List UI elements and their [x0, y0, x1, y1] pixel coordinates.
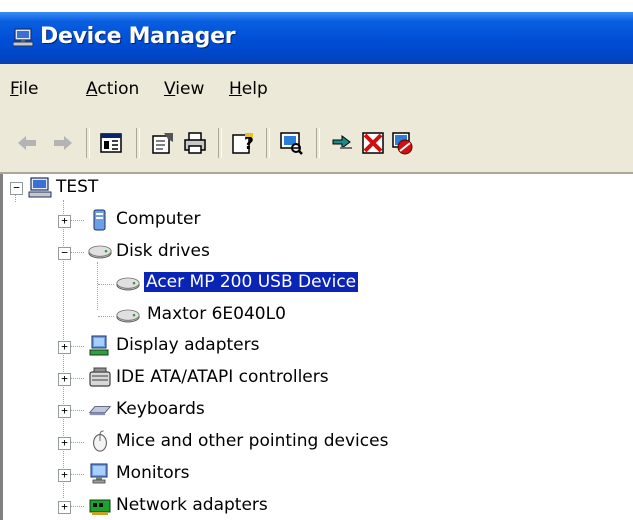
tree-root-label: TEST: [56, 177, 99, 197]
device-tree: − TEST + Computer − Disk drives Acer MP …: [0, 174, 633, 520]
tree-line: [70, 346, 84, 348]
network-adapter-icon: [89, 499, 111, 515]
menu-help[interactable]: Help: [229, 79, 268, 99]
toolbar: ?: [0, 116, 633, 174]
menu-view-mnemonic: V: [164, 79, 176, 99]
tree-line: [70, 506, 84, 508]
toolbar-separator: [316, 128, 320, 158]
disk-drive-icon: [116, 277, 140, 291]
expand-toggle[interactable]: +: [58, 405, 71, 418]
tree-line: [98, 316, 114, 318]
tree-line: [70, 378, 84, 380]
tree-line: [70, 474, 84, 476]
menu-view-rest: iew: [175, 79, 205, 99]
toolbar-separator: [136, 128, 140, 158]
tree-line: [70, 252, 84, 254]
collapse-toggle[interactable]: −: [58, 247, 71, 260]
tree-line: [70, 410, 84, 412]
disable-icon[interactable]: [390, 130, 416, 156]
expand-toggle[interactable]: +: [58, 373, 71, 386]
tree-leaf-label-selected: Acer MP 200 USB Device: [144, 272, 359, 292]
menu-action-mnemonic: A: [86, 79, 98, 99]
disk-drive-icon: [88, 245, 112, 259]
expand-toggle[interactable]: +: [58, 501, 71, 514]
menu-help-rest: elp: [241, 79, 268, 99]
tree-node-label: Disk drives: [116, 241, 210, 261]
help-icon[interactable]: ?: [230, 130, 256, 156]
computer-icon: [28, 177, 52, 198]
menu-action[interactable]: Action: [86, 79, 139, 99]
menu-bar: File Action View Help: [0, 64, 633, 117]
title-bar[interactable]: Device Manager: [0, 12, 633, 64]
window-title: Device Manager: [40, 24, 236, 49]
tree-node-label: Monitors: [116, 463, 190, 483]
tree-node-disk-drives[interactable]: − Disk drives: [0, 238, 633, 268]
update-driver-icon[interactable]: [330, 130, 356, 156]
collapse-toggle[interactable]: −: [10, 182, 23, 195]
expand-toggle[interactable]: +: [58, 469, 71, 482]
display-adapter-icon: [89, 335, 109, 356]
toolbar-separator: [266, 128, 270, 158]
expand-toggle[interactable]: +: [58, 215, 71, 228]
tree-node-ide-controllers[interactable]: + IDE ATA/ATAPI controllers: [0, 364, 633, 394]
tree-node-display-adapters[interactable]: + Display adapters: [0, 332, 633, 362]
toolbar-separator: [86, 128, 90, 158]
back-arrow-icon[interactable]: [14, 130, 40, 156]
tree-line: [70, 442, 84, 444]
scan-hardware-icon[interactable]: [278, 130, 304, 156]
menu-view[interactable]: View: [164, 79, 204, 99]
expand-toggle[interactable]: +: [58, 341, 71, 354]
tree-root[interactable]: − TEST: [0, 174, 633, 204]
disk-drive-icon: [116, 309, 140, 323]
tree-node-mice[interactable]: + Mice and other pointing devices: [0, 428, 633, 458]
tree-node-label: Keyboards: [116, 399, 205, 419]
tree-node-label: Mice and other pointing devices: [116, 431, 389, 451]
tree-node-label: Computer: [116, 209, 201, 229]
tree-line: [98, 284, 114, 286]
device-manager-icon: [13, 28, 34, 47]
expand-toggle[interactable]: +: [58, 437, 71, 450]
tree-node-keyboards[interactable]: + Keyboards: [0, 396, 633, 426]
tree-node-label: Display adapters: [116, 335, 260, 355]
toolbar-separator: [218, 128, 222, 158]
print-icon[interactable]: [182, 130, 208, 156]
menu-file[interactable]: File: [10, 79, 38, 99]
tree-line: [70, 220, 84, 222]
properties-icon[interactable]: [150, 130, 176, 156]
menu-file-mnemonic: F: [10, 79, 19, 99]
tree-node-label: IDE ATA/ATAPI controllers: [116, 367, 329, 387]
mouse-icon: [93, 430, 107, 452]
menu-file-rest: ile: [18, 79, 39, 99]
tree-leaf-label: Maxtor 6E040L0: [147, 304, 286, 324]
menu-help-mnemonic: H: [229, 79, 242, 99]
tree-node-monitors[interactable]: + Monitors: [0, 460, 633, 490]
tree-left-border: [0, 174, 3, 520]
tree-node-computer[interactable]: + Computer: [0, 206, 633, 236]
uninstall-icon[interactable]: [360, 130, 386, 156]
keyboard-icon: [88, 406, 112, 416]
device-manager-window: Device Manager File Action View Help ? −…: [0, 0, 633, 520]
tree-leaf-maxtor[interactable]: Maxtor 6E040L0: [0, 300, 633, 330]
show-hide-console-tree-icon[interactable]: [98, 130, 124, 156]
menu-action-rest: ction: [97, 79, 140, 99]
forward-arrow-icon[interactable]: [50, 130, 76, 156]
tree-node-network-adapters[interactable]: + Network adapters: [0, 492, 633, 520]
computer-category-icon: [93, 209, 106, 231]
tree-leaf-acer-mp-200[interactable]: Acer MP 200 USB Device: [0, 268, 633, 298]
monitor-icon: [90, 463, 108, 484]
ide-controller-icon: [89, 367, 111, 387]
tree-node-label: Network adapters: [116, 495, 268, 515]
